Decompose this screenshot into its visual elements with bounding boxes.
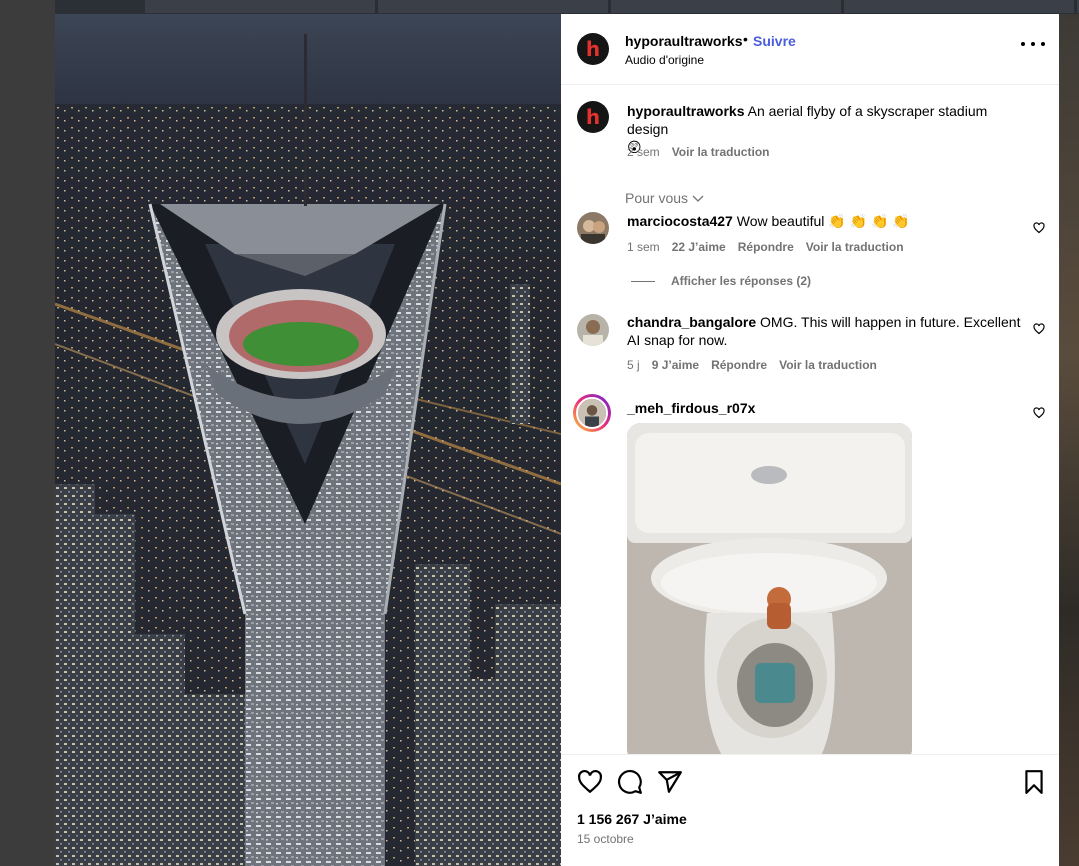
- comment-text: chandra_bangalore OMG. This will happen …: [627, 313, 1027, 349]
- comment-body: Wow beautiful 👏 👏 👏 👏: [736, 213, 910, 229]
- commenter-avatar[interactable]: [577, 212, 609, 244]
- audio-label[interactable]: Audio d'origine: [625, 53, 704, 67]
- comment-heart-icon[interactable]: [1033, 222, 1045, 234]
- likes-count[interactable]: 1 156 267 J’aime: [577, 811, 687, 827]
- caption-translate-link[interactable]: Voir la traduction: [672, 145, 770, 159]
- separator-dot: •: [743, 31, 748, 47]
- skyscraper-stadium-illustration: [55, 14, 561, 866]
- comment-username[interactable]: _meh_firdous_r07x: [627, 400, 755, 416]
- sort-label: Pour vous: [625, 190, 689, 206]
- paper-plane-icon[interactable]: [657, 769, 683, 795]
- comment-text: marciocosta427 Wow beautiful 👏 👏 👏 👏: [627, 212, 1027, 230]
- bookmark-icon[interactable]: [1021, 769, 1047, 795]
- translate-link[interactable]: Voir la traduction: [806, 240, 904, 254]
- comment-likes[interactable]: 22 J’aime: [672, 240, 726, 254]
- heart-icon[interactable]: [577, 769, 603, 795]
- comment-text: _meh_firdous_r07x: [627, 399, 1027, 417]
- more-horizontal-icon[interactable]: [1021, 40, 1045, 48]
- post-detail-panel: h hyporaultraworks • Suivre Audio d'orig…: [561, 14, 1059, 866]
- commenter-avatar-story-ring[interactable]: [573, 394, 611, 432]
- post-header: h hyporaultraworks • Suivre Audio d'orig…: [561, 14, 1059, 85]
- comments-list[interactable]: h hyporaultraworks An aerial flyby of a …: [561, 86, 1059, 754]
- comment-username[interactable]: marciocosta427: [627, 213, 733, 229]
- comment-likes[interactable]: 9 J’aime: [652, 358, 699, 372]
- comment-bubble-icon[interactable]: [617, 769, 643, 795]
- post-media-image[interactable]: [55, 14, 561, 866]
- comment-heart-icon[interactable]: [1033, 407, 1045, 419]
- comment-meta: 5 j 9 J’aime Répondre Voir la traduction: [627, 358, 889, 372]
- comment-time[interactable]: 1 sem: [627, 240, 660, 254]
- caption-avatar[interactable]: h: [577, 101, 609, 133]
- comment-time[interactable]: 5 j: [627, 358, 640, 372]
- reply-button[interactable]: Répondre: [711, 358, 767, 372]
- comment-meta: 1 sem 22 J’aime Répondre Voir la traduction: [627, 240, 916, 254]
- reply-button[interactable]: Répondre: [738, 240, 794, 254]
- brand-logo-icon: h: [585, 37, 601, 61]
- toilet-gif-illustration: [627, 423, 912, 754]
- comment-heart-icon[interactable]: [1033, 323, 1045, 335]
- view-replies-button[interactable]: Afficher les réponses (2): [671, 274, 811, 288]
- follow-button[interactable]: Suivre: [753, 33, 796, 49]
- post-date[interactable]: 15 octobre: [577, 832, 634, 846]
- commenter-avatar[interactable]: [577, 314, 609, 346]
- comment-username[interactable]: chandra_bangalore: [627, 314, 756, 330]
- replies-divider: [631, 281, 655, 282]
- post-actions-bar: 1 156 267 J’aime 15 octobre: [561, 754, 1059, 866]
- caption-time[interactable]: 2 sem: [627, 145, 660, 159]
- caption-meta: 2 sem Voir la traduction: [627, 145, 781, 159]
- chevron-down-icon: [692, 190, 704, 206]
- backdrop-thumbnails: [145, 0, 1079, 13]
- caption-username[interactable]: hyporaultraworks: [627, 103, 744, 119]
- backdrop-edge: [1059, 14, 1079, 866]
- author-avatar[interactable]: h: [577, 33, 609, 65]
- brand-logo-icon: h: [585, 105, 601, 129]
- author-username[interactable]: hyporaultraworks: [625, 33, 742, 49]
- sort-dropdown[interactable]: Pour vous: [625, 190, 704, 206]
- translate-link[interactable]: Voir la traduction: [779, 358, 877, 372]
- comment-gif-image[interactable]: [627, 423, 912, 754]
